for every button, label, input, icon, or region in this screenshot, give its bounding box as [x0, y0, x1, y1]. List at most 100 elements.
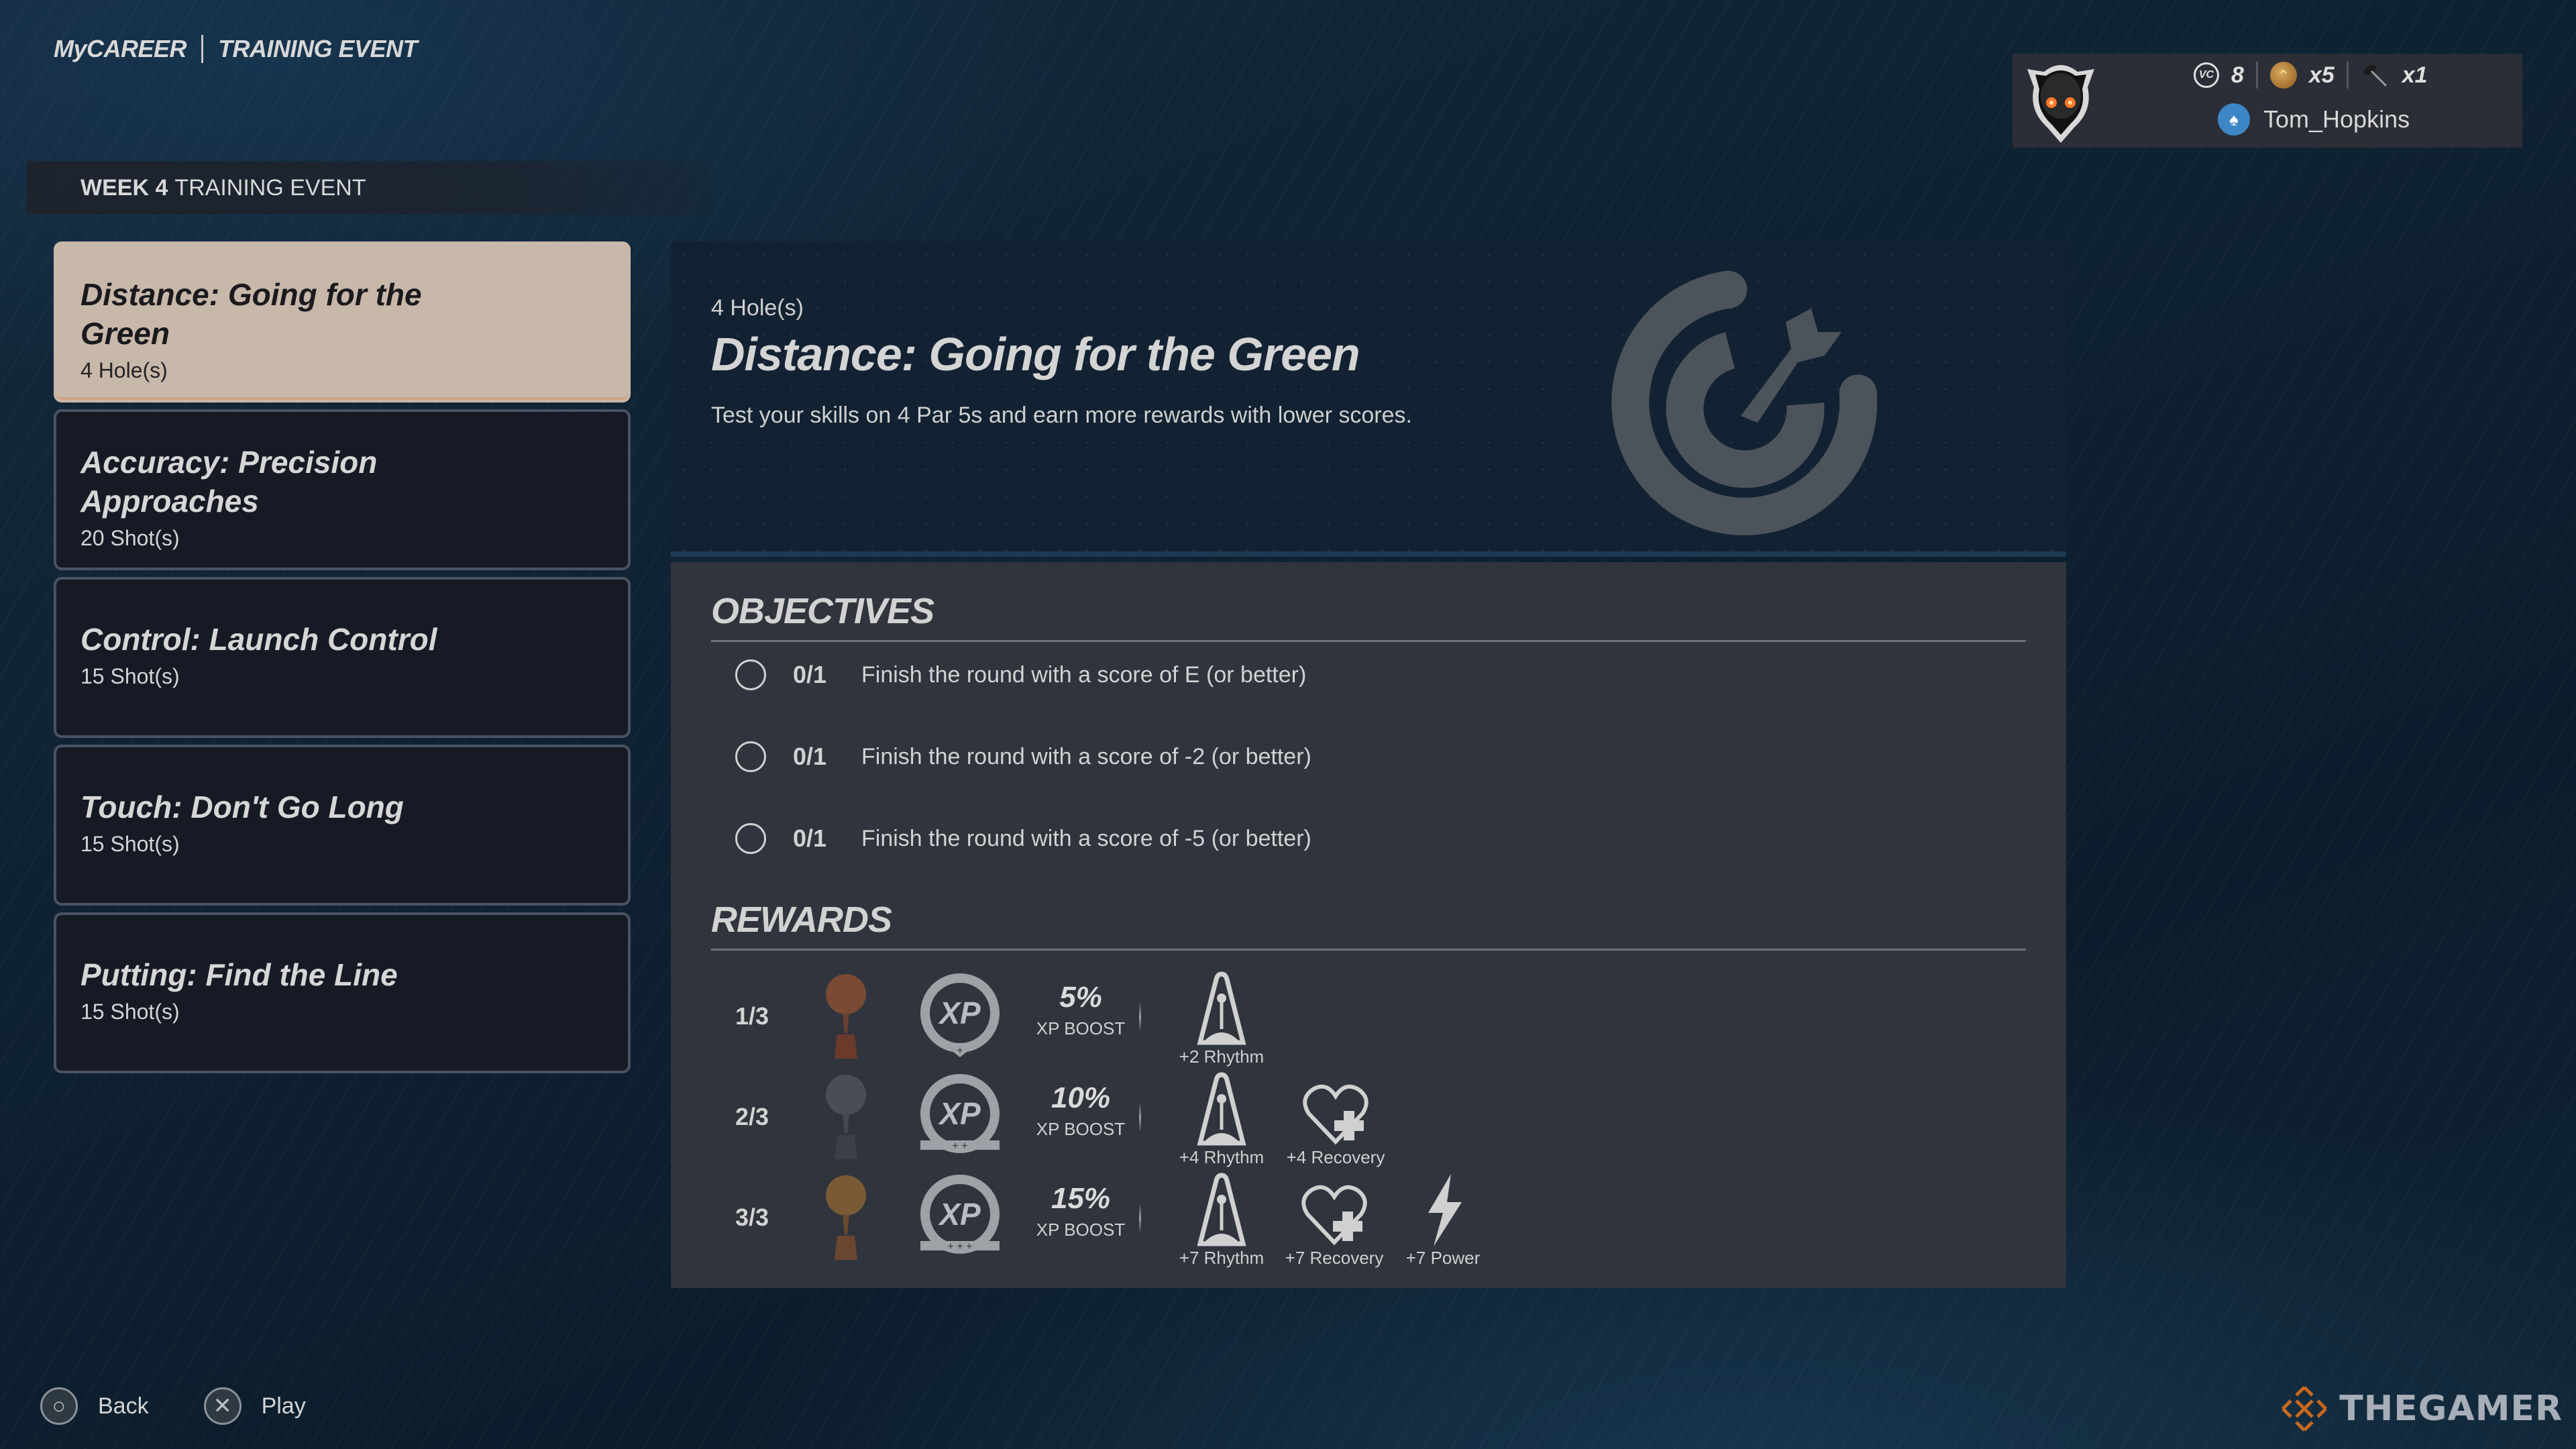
metronome-icon: [1197, 1173, 1246, 1246]
attribute-label: +7 Rhythm: [1179, 1248, 1265, 1268]
bronze-trophy-icon: [826, 974, 866, 1059]
training-event-list: Distance: Going for the Green 4 Hole(s) …: [54, 241, 631, 1080]
reward-divider: [1139, 1203, 1141, 1233]
event-title: Control: Launch Control: [80, 622, 437, 657]
attribute-label: +4 Rhythm: [1179, 1147, 1265, 1167]
objectives-heading: OBJECTIVES: [711, 591, 934, 631]
event-title: Putting: Find the Line: [80, 957, 398, 992]
objectives-rewards-section: OBJECTIVES 0/1 Finish the round with a s…: [671, 562, 2066, 1288]
objective-text: Finish the round with a score of -5 (or …: [861, 825, 1311, 851]
event-card-control[interactable]: Control: Launch Control 15 Shot(s): [54, 577, 631, 738]
xp-boost-label: XP BOOST: [1036, 1018, 1126, 1038]
reward-row: 1/3 XP + 5% XP BOOST +2 Rhythm: [735, 971, 2010, 1073]
attribute-reward: +2 Rhythm: [1165, 969, 1279, 1067]
objective-text: Finish the round with a score of -2 (or …: [861, 743, 1311, 769]
event-card-touch[interactable]: Touch: Don't Go Long 15 Shot(s): [54, 745, 631, 906]
event-subtitle: 15 Shot(s): [80, 1000, 180, 1024]
attribute-label: +7 Power: [1405, 1248, 1481, 1268]
heart-plus-icon: [1301, 1185, 1367, 1246]
button-hints: ○ Back ✕ Play: [40, 1387, 341, 1425]
objective-item: 0/1 Finish the round with a score of E (…: [735, 659, 1306, 690]
attribute-label: +7 Recovery: [1285, 1248, 1384, 1268]
event-title: Distance: Going for the Green: [80, 277, 422, 351]
event-detail-description: Test your skills on 4 Par 5s and earn mo…: [711, 402, 1412, 428]
currency-bar: VC 8 ⌃ x5 x1: [2194, 62, 2428, 89]
attribute-label: +4 Recovery: [1286, 1147, 1385, 1167]
objective-status-radio[interactable]: [735, 823, 766, 854]
attribute-label: +2 Rhythm: [1179, 1046, 1265, 1067]
objective-item: 0/1 Finish the round with a score of -5 …: [735, 823, 1311, 854]
xp-boost-percent: 10%: [1051, 1081, 1111, 1114]
event-subtitle: 20 Shot(s): [80, 526, 180, 550]
week-number: WEEK 4: [80, 174, 168, 201]
xp-boost-label: XP BOOST: [1036, 1119, 1126, 1139]
metronome-icon: [1197, 1072, 1246, 1146]
target-arrow-icon: [1611, 270, 1878, 535]
reward-divider: [1139, 1002, 1141, 1032]
attribute-reward: +4 Rhythm: [1165, 1069, 1279, 1168]
reward-row: 2/3 XP + + 10% XP BOOST +4 Rhythm +4 Rec…: [735, 1072, 2010, 1174]
medal-amount: x5: [2308, 62, 2334, 88]
tool-amount: x1: [2402, 62, 2428, 88]
event-detail-count: 4 Hole(s): [711, 295, 804, 321]
rewards-divider: [711, 949, 2026, 951]
objective-item: 0/1 Finish the round with a score of -2 …: [735, 741, 1311, 772]
breadcrumb-training-event: TRAINING EVENT: [218, 35, 418, 62]
thegamer-watermark: THEGAMER: [2277, 1382, 2563, 1436]
event-subtitle: 15 Shot(s): [80, 664, 180, 688]
svg-text:+: +: [957, 1045, 963, 1057]
event-detail-header: 4 Hole(s) Distance: Going for the Green …: [671, 241, 2066, 557]
event-title: Touch: Don't Go Long: [80, 790, 404, 824]
lightning-icon: [1428, 1174, 1462, 1246]
reward-tier: 2/3: [735, 1103, 769, 1130]
event-card-putting[interactable]: Putting: Find the Line 15 Shot(s): [54, 912, 631, 1073]
username-row: ♠ Tom_Hopkins: [2218, 103, 2410, 136]
objective-progress: 0/1: [793, 743, 827, 770]
objective-status-radio[interactable]: [735, 659, 766, 690]
xp-boost-badge-icon: XP + + +: [920, 1175, 1000, 1254]
reward-tier: 3/3: [735, 1203, 769, 1231]
svg-text:XP: XP: [937, 1096, 981, 1131]
attribute-reward: +7 Recovery: [1277, 1170, 1391, 1269]
vc-icon: VC: [2194, 62, 2219, 88]
rewards-heading: REWARDS: [711, 900, 892, 940]
event-subtitle: 15 Shot(s): [80, 832, 180, 856]
reward-row: 3/3 XP + + + 15% XP BOOST +7 Rhythm +7 R…: [735, 1173, 2010, 1275]
metronome-icon: [1197, 971, 1246, 1045]
xp-boost-badge-icon: XP +: [920, 973, 1000, 1057]
back-button[interactable]: ○ Back: [40, 1387, 149, 1425]
cross-button-icon: ✕: [203, 1387, 241, 1425]
attribute-reward: +4 Recovery: [1279, 1069, 1393, 1168]
play-button[interactable]: ✕ Play: [203, 1387, 306, 1425]
attribute-reward: +7 Power: [1386, 1170, 1500, 1269]
breadcrumb-mycareer: MyCAREER: [54, 35, 187, 62]
xp-boost-percent: 15%: [1051, 1182, 1111, 1215]
event-title: Accuracy: Precision Approaches: [80, 445, 378, 519]
helmet-avatar-icon: [2021, 57, 2101, 144]
objective-progress: 0/1: [793, 824, 827, 852]
svg-text:XP: XP: [937, 1197, 981, 1232]
divot-tool-icon: [2361, 62, 2390, 89]
player-profile: VC 8 ⌃ x5 x1 ♠ Tom_Hopkins: [2012, 54, 2522, 148]
event-card-accuracy[interactable]: Accuracy: Precision Approaches 20 Shot(s…: [54, 409, 631, 570]
objective-text: Finish the round with a score of E (or b…: [861, 661, 1307, 688]
svg-text:+ + +: + + +: [948, 1241, 973, 1252]
reward-tier: 1/3: [735, 1002, 769, 1030]
circle-button-icon: ○: [40, 1387, 78, 1425]
rank-medal-icon: ⌃: [2269, 62, 2297, 89]
event-subtitle: 4 Hole(s): [80, 358, 168, 382]
thegamer-logo-icon: [2282, 1386, 2328, 1432]
breadcrumb: MyCAREER TRAINING EVENT: [54, 35, 418, 63]
objective-status-radio[interactable]: [735, 741, 766, 772]
divider: [2346, 62, 2349, 89]
back-label: Back: [98, 1393, 149, 1419]
silver-trophy-icon: [826, 1075, 866, 1159]
week-header: WEEK 4 TRAINING EVENT: [27, 161, 711, 215]
playstation-icon: ♠: [2218, 103, 2250, 136]
play-label: Play: [261, 1393, 306, 1419]
xp-boost-percent: 5%: [1059, 981, 1102, 1014]
reward-divider: [1139, 1103, 1141, 1132]
event-card-distance[interactable]: Distance: Going for the Green 4 Hole(s): [54, 241, 631, 402]
heart-plus-icon: [1303, 1084, 1368, 1145]
objectives-divider: [711, 640, 2026, 642]
